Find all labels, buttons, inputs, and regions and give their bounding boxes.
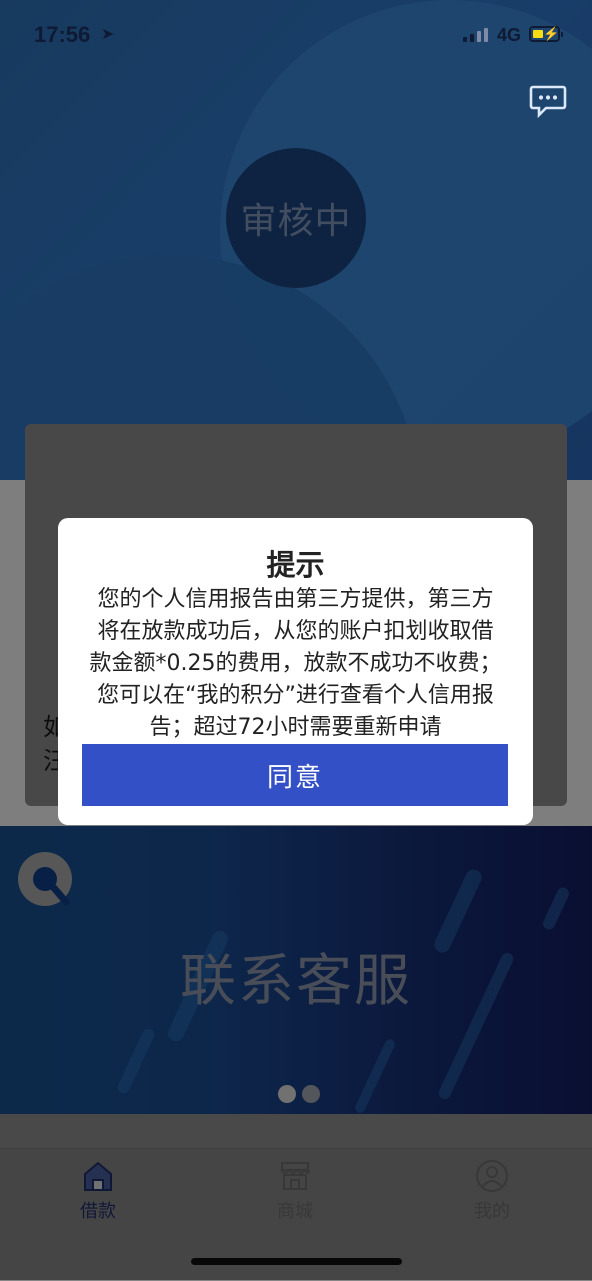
status-bar: 17:56 ➤ 4G ⚡ [0, 0, 592, 74]
location-arrow-icon: ➤ [101, 26, 115, 43]
dialog-message-line: 款金额*0.25的费用，放款不成功不收费； [89, 651, 502, 676]
dialog-title: 提示 [266, 548, 325, 582]
message-icon[interactable] [529, 84, 567, 119]
dialog-message-line: 您的个人信用报告由第三方提供，第三方 [97, 587, 494, 612]
cellular-signal-icon [463, 28, 488, 42]
credit-report-dialog: 提示 您的个人信用报告由第三方提供，第三方 将在放款成功后，从您的账户扣划收取借… [58, 518, 533, 825]
dialog-message-line: 将在放款成功后，从您的账户扣划收取借 [97, 619, 494, 644]
agree-button[interactable]: 同意 [82, 744, 508, 806]
clock: 17:56 [34, 22, 91, 47]
dialog-message: 您的个人信用报告由第三方提供，第三方 将在放款成功后，从您的账户扣划收取借 款金… [78, 584, 513, 744]
dialog-message-line: 您可以在“我的积分”进行查看个人信用报 [97, 683, 494, 708]
network-type: 4G [497, 25, 522, 45]
dialog-message-line: 告；超过72小时需要重新申请 [149, 715, 442, 740]
battery-charging-icon: ⚡ [529, 26, 563, 42]
